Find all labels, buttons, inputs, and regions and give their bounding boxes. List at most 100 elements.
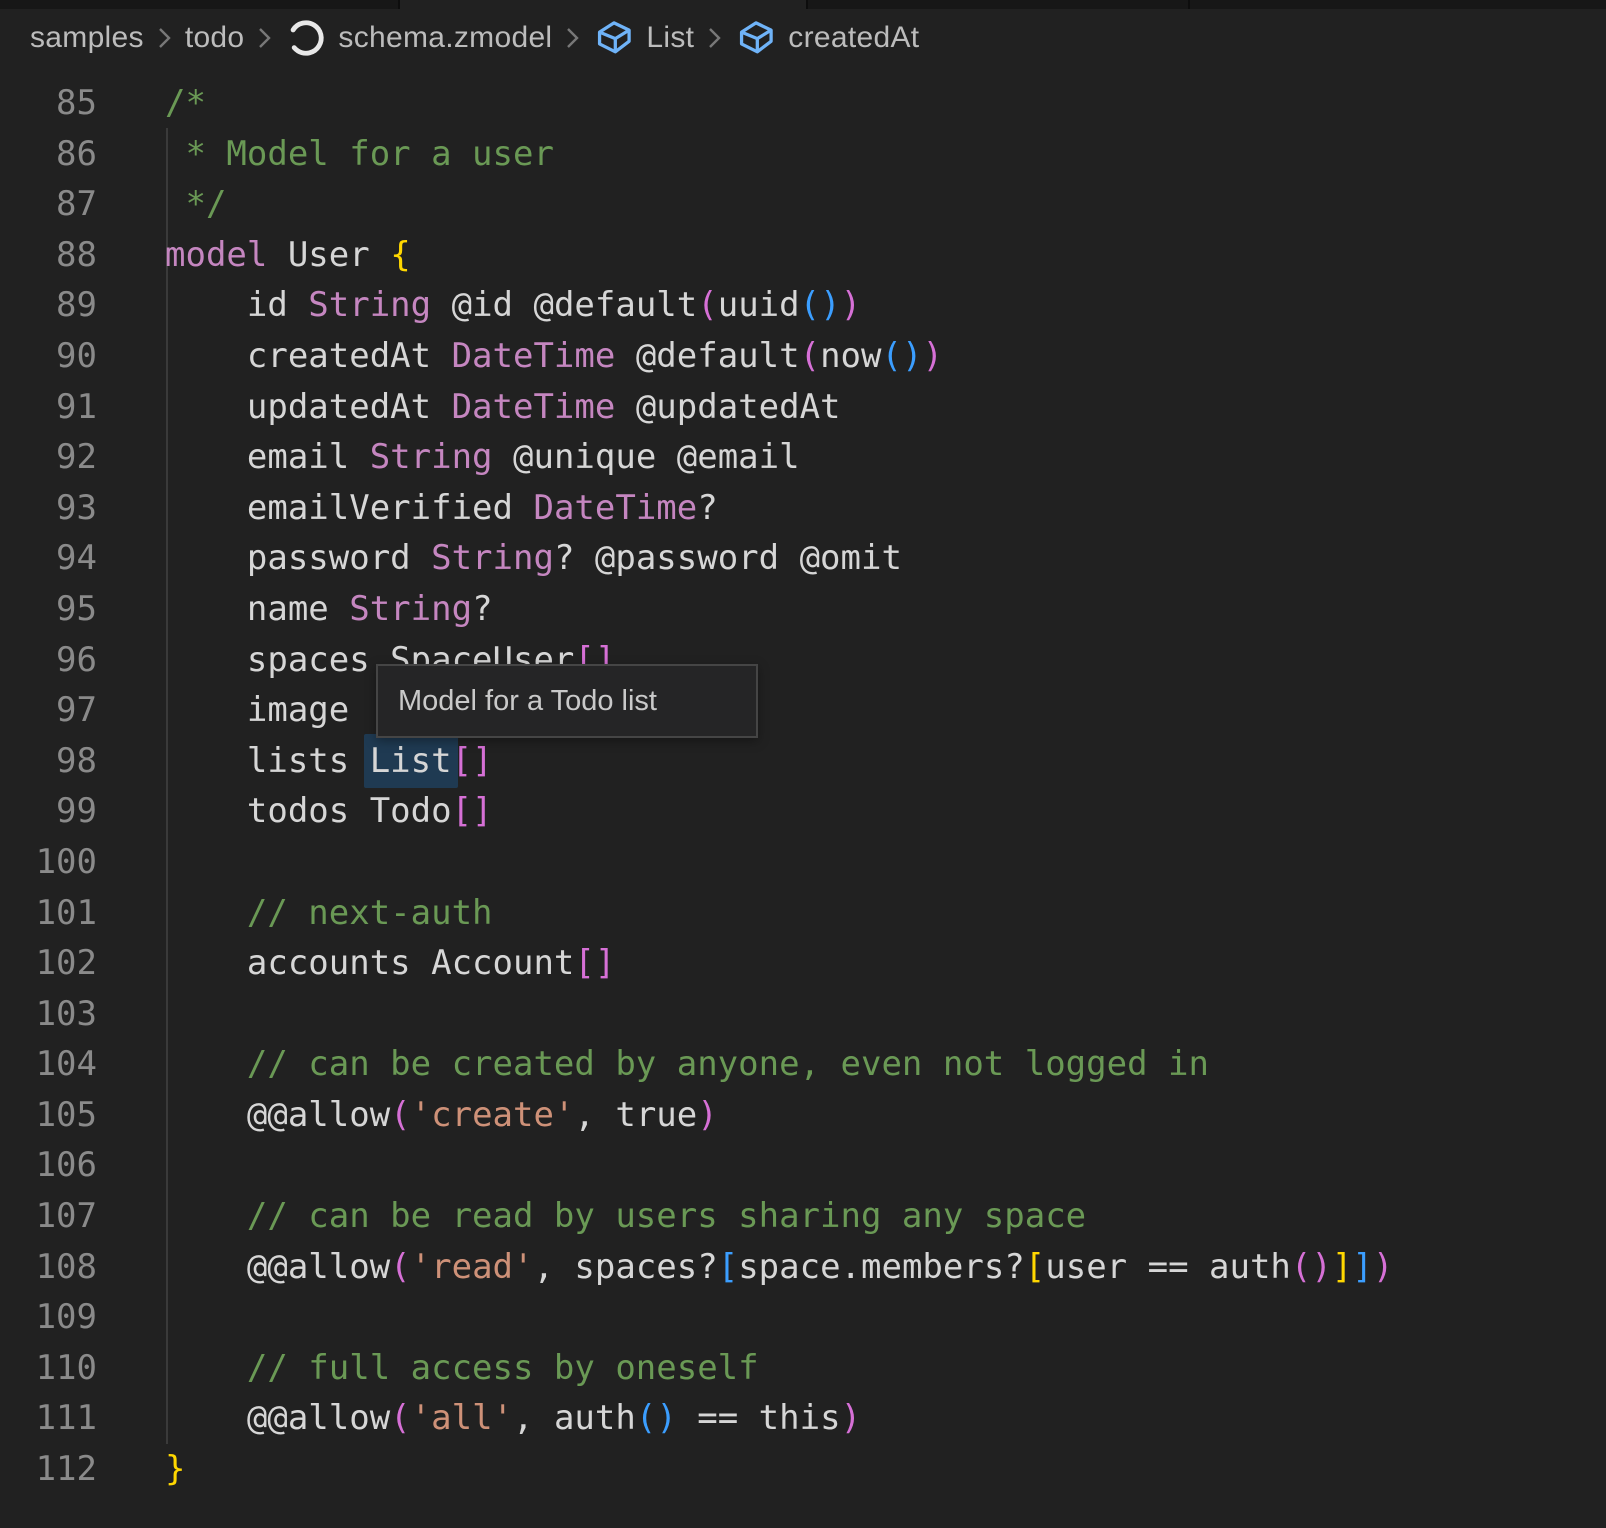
code-line[interactable]: 93 emailVerified DateTime?	[0, 483, 1606, 534]
breadcrumb-item-list-symbol[interactable]: List	[593, 19, 694, 57]
code-line-text[interactable]: accounts Account[]	[97, 938, 615, 989]
line-number[interactable]: 111	[0, 1393, 97, 1444]
line-number[interactable]: 89	[0, 280, 97, 331]
line-number[interactable]: 97	[0, 685, 97, 736]
code-line[interactable]: 92 email String @unique @email	[0, 432, 1606, 483]
code-line-text[interactable]: image	[97, 685, 349, 736]
code-line-text[interactable]: lists List[]	[97, 736, 493, 787]
code-line[interactable]: 96 spaces SpaceUser[]	[0, 635, 1606, 686]
code-line-text[interactable]: // can be created by anyone, even not lo…	[97, 1039, 1209, 1090]
code-line-text[interactable]: // can be read by users sharing any spac…	[97, 1191, 1086, 1242]
line-number[interactable]: 103	[0, 989, 97, 1040]
code-token: )	[922, 336, 942, 376]
line-number[interactable]: 94	[0, 533, 97, 584]
code-line[interactable]: 111 @@allow('all', auth() == this)	[0, 1393, 1606, 1444]
line-number[interactable]: 95	[0, 584, 97, 635]
code-line-text[interactable]: name String?	[97, 584, 493, 635]
code-line[interactable]: 95 name String?	[0, 584, 1606, 635]
line-number[interactable]: 108	[0, 1242, 97, 1293]
line-number[interactable]: 88	[0, 230, 97, 281]
code-line-text[interactable]	[97, 989, 165, 1040]
line-number[interactable]: 110	[0, 1343, 97, 1394]
line-number[interactable]: 106	[0, 1140, 97, 1191]
code-line[interactable]: 98 lists List[]	[0, 736, 1606, 787]
code-line-text[interactable]: */	[97, 179, 226, 230]
line-number[interactable]: 86	[0, 129, 97, 180]
code-line[interactable]: 89 id String @id @default(uuid())	[0, 280, 1606, 331]
code-line-text[interactable]: password String? @password @omit	[97, 533, 902, 584]
code-line-text[interactable]: // next-auth	[97, 888, 493, 939]
code-line-text[interactable]: id String @id @default(uuid())	[97, 280, 861, 331]
code-token: @unique @email	[493, 437, 800, 477]
line-number[interactable]: 102	[0, 938, 97, 989]
code-line[interactable]: 108 @@allow('read', spaces?[space.member…	[0, 1242, 1606, 1293]
code-line[interactable]: 104 // can be created by anyone, even no…	[0, 1039, 1606, 1090]
code-line-text[interactable]: model User {	[97, 230, 411, 281]
code-line[interactable]: 97 image	[0, 685, 1606, 736]
code-token: String	[349, 589, 472, 629]
line-number[interactable]: 99	[0, 786, 97, 837]
breadcrumb-item-schema-zmodel[interactable]: schema.zmodel	[285, 17, 552, 59]
code-line-text[interactable]	[97, 837, 165, 888]
code-line-text[interactable]: createdAt DateTime @default(now())	[97, 331, 943, 382]
line-number[interactable]: 96	[0, 635, 97, 686]
code-line[interactable]: 110 // full access by oneself	[0, 1343, 1606, 1394]
code-line-text[interactable]: /*	[97, 78, 206, 129]
code-token: createdAt	[165, 336, 452, 376]
code-line[interactable]: 86 * Model for a user	[0, 129, 1606, 180]
code-line-text[interactable]: @@allow('read', spaces?[space.members?[u…	[97, 1242, 1393, 1293]
code-token: // full access by oneself	[165, 1348, 759, 1388]
code-token: @@allow	[165, 1247, 390, 1287]
code-line[interactable]: 100	[0, 837, 1606, 888]
code-line-text[interactable]: }	[97, 1444, 185, 1495]
code-line[interactable]: 102 accounts Account[]	[0, 938, 1606, 989]
code-line[interactable]: 107 // can be read by users sharing any …	[0, 1191, 1606, 1242]
code-line[interactable]: 99 todos Todo[]	[0, 786, 1606, 837]
code-token: @id @default	[431, 285, 697, 325]
tab-bar-strip[interactable]	[0, 0, 1606, 9]
code-line[interactable]: 106	[0, 1140, 1606, 1191]
code-line[interactable]: 91 updatedAt DateTime @updatedAt	[0, 382, 1606, 433]
code-line-text[interactable]	[97, 1140, 165, 1191]
line-number[interactable]: 109	[0, 1292, 97, 1343]
code-line[interactable]: 105 @@allow('create', true)	[0, 1090, 1606, 1141]
code-line[interactable]: 85/*	[0, 78, 1606, 129]
line-number[interactable]: 104	[0, 1039, 97, 1090]
code-line[interactable]: 90 createdAt DateTime @default(now())	[0, 331, 1606, 382]
line-number[interactable]: 92	[0, 432, 97, 483]
line-number[interactable]: 107	[0, 1191, 97, 1242]
line-number[interactable]: 98	[0, 736, 97, 787]
line-number[interactable]: 100	[0, 837, 97, 888]
code-line[interactable]: 101 // next-auth	[0, 888, 1606, 939]
code-line-text[interactable]: updatedAt DateTime @updatedAt	[97, 382, 841, 433]
breadcrumb-item-todo[interactable]: todo	[185, 21, 245, 55]
code-line[interactable]: 94 password String? @password @omit	[0, 533, 1606, 584]
code-line[interactable]: 87 */	[0, 179, 1606, 230]
code-line[interactable]: 88model User {	[0, 230, 1606, 281]
code-line-text[interactable]: // full access by oneself	[97, 1343, 759, 1394]
breadcrumb-item-samples[interactable]: samples	[30, 21, 144, 55]
code-line-text[interactable]: @@allow('create', true)	[97, 1090, 718, 1141]
active-tab-edge[interactable]	[400, 0, 806, 9]
line-number[interactable]: 112	[0, 1444, 97, 1495]
line-number[interactable]: 101	[0, 888, 97, 939]
code-line-text[interactable]: emailVerified DateTime?	[97, 483, 718, 534]
code-line-text[interactable]	[97, 1292, 165, 1343]
line-number[interactable]: 87	[0, 179, 97, 230]
code-editor[interactable]: 85/*86 * Model for a user87 */88model Us…	[0, 66, 1606, 1528]
code-line[interactable]: 103	[0, 989, 1606, 1040]
chevron-right-icon	[257, 25, 272, 51]
code-line[interactable]: 112}	[0, 1444, 1606, 1495]
code-line-text[interactable]: email String @unique @email	[97, 432, 800, 483]
code-line[interactable]: 109	[0, 1292, 1606, 1343]
line-number[interactable]: 85	[0, 78, 97, 129]
breadcrumb-item-createdat-symbol[interactable]: createdAt	[735, 19, 919, 57]
line-number[interactable]: 105	[0, 1090, 97, 1141]
code-line-text[interactable]: @@allow('all', auth() == this)	[97, 1393, 861, 1444]
code-line-text[interactable]: * Model for a user	[97, 129, 554, 180]
code-token: 'create'	[411, 1095, 575, 1135]
code-line-text[interactable]: todos Todo[]	[97, 786, 493, 837]
line-number[interactable]: 91	[0, 382, 97, 433]
line-number[interactable]: 90	[0, 331, 97, 382]
line-number[interactable]: 93	[0, 483, 97, 534]
